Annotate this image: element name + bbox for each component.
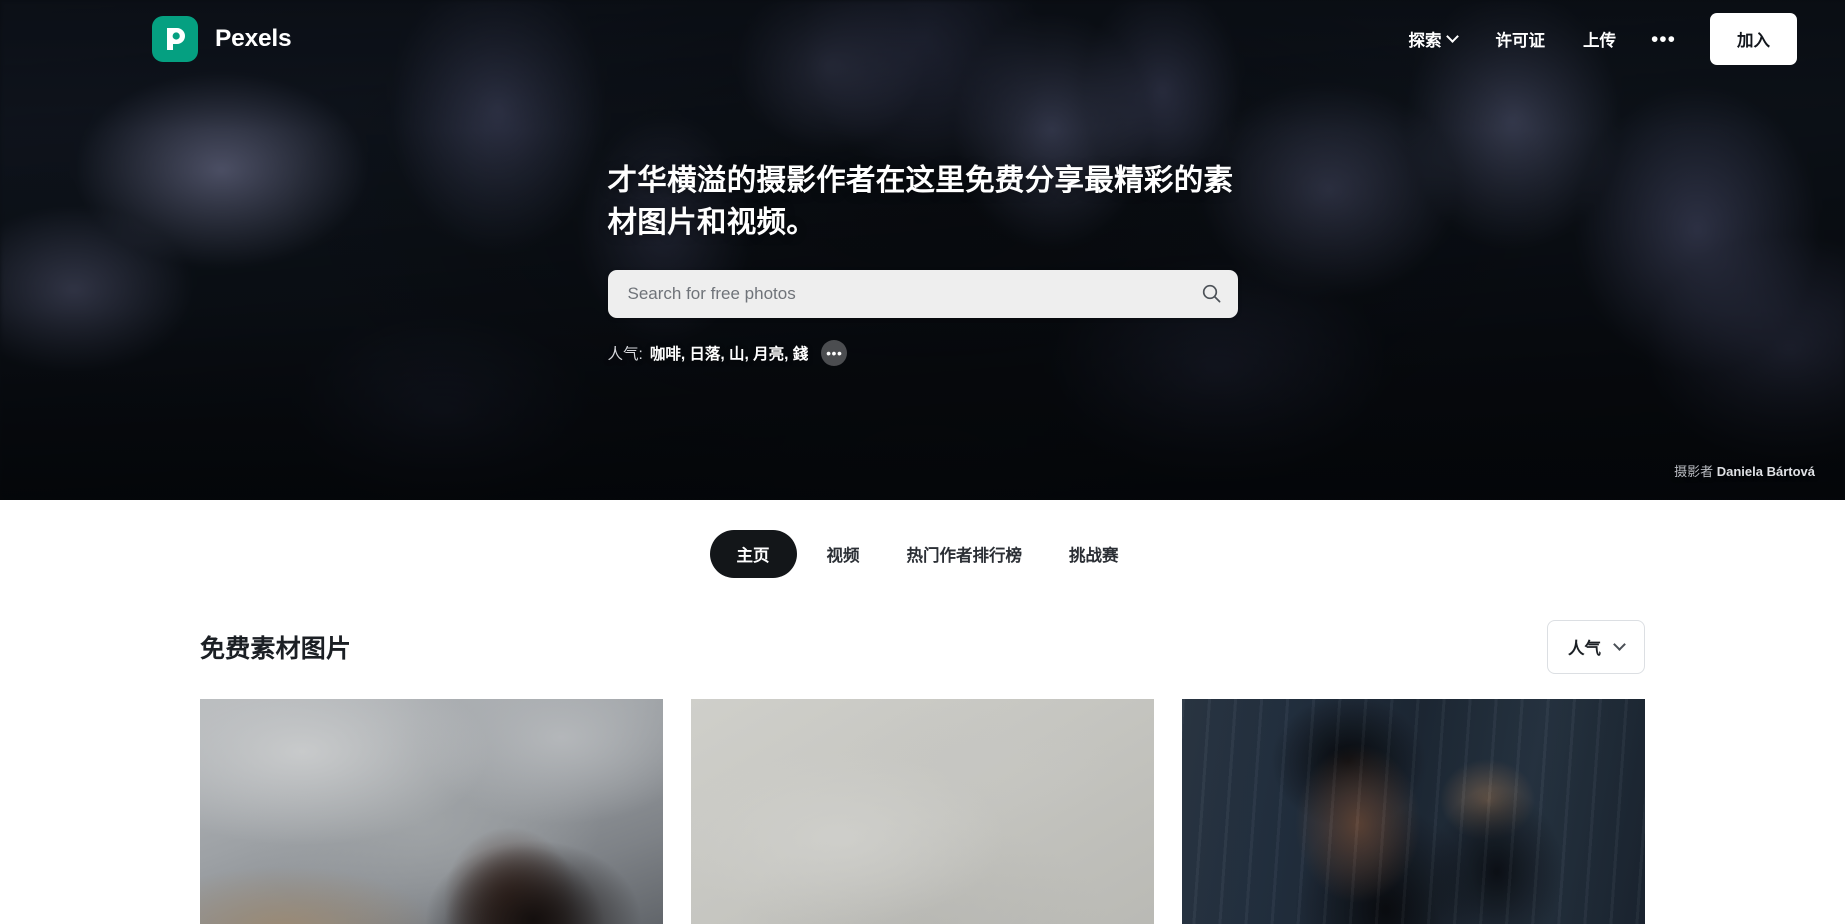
tab-leaderboard[interactable]: 热门作者排行榜 [890, 530, 1040, 578]
hero-headline: 才华横溢的摄影作者在这里免费分享最精彩的素材图片和视频。 [607, 164, 1234, 239]
section-header: 免费素材图片 人气 [0, 586, 1845, 674]
tab-challenges[interactable]: 挑战赛 [1052, 530, 1136, 578]
join-button[interactable]: 加入 [1710, 13, 1797, 65]
photo-grid [0, 674, 1845, 924]
brand-name: Pexels [215, 25, 292, 52]
page-title: 免费素材图片 [200, 635, 352, 663]
site-header: Pexels 探索 许可证 上传 ••• 加入 [0, 0, 1845, 78]
search-icon [1202, 285, 1221, 303]
popular-tags: 人气: 咖啡, 日落, 山, 月亮, 錢 ••• [607, 339, 1238, 366]
sort-dropdown-value: 人气 [1568, 640, 1601, 658]
search-input[interactable] [607, 269, 1186, 318]
popular-tags-more-button[interactable]: ••• [821, 339, 848, 366]
content-tabs: 主页 视频 热门作者排行榜 挑战赛 [0, 500, 1845, 586]
sort-dropdown[interactable]: 人气 [1547, 620, 1645, 674]
nav-item-explore[interactable]: 探索 [1389, 18, 1476, 60]
photo-credit-name[interactable]: Daniela Bártová [1717, 464, 1815, 479]
photo-credit-prefix: 摄影者 [1674, 464, 1714, 479]
brand-logo[interactable]: Pexels [152, 16, 292, 62]
tab-home[interactable]: 主页 [709, 530, 797, 578]
photo-card-1[interactable] [200, 699, 663, 924]
popular-tags-list[interactable]: 咖啡, 日落, 山, 月亮, 錢 [650, 342, 808, 364]
chevron-down-icon [1446, 29, 1460, 43]
photo-credit: 摄影者 Daniela Bártová [1674, 461, 1815, 480]
photo-card-3[interactable] [1182, 699, 1645, 924]
popular-tags-label: 人气: [607, 345, 643, 363]
more-menu-icon[interactable]: ••• [1635, 23, 1692, 56]
tab-videos[interactable]: 视频 [810, 530, 877, 578]
nav-item-license-label: 许可证 [1495, 32, 1545, 50]
nav-item-upload-label: 上传 [1582, 32, 1616, 50]
nav-item-upload[interactable]: 上传 [1564, 18, 1635, 60]
search-bar[interactable] [607, 269, 1238, 318]
main-navigation: 探索 许可证 上传 ••• 加入 [1389, 13, 1797, 65]
chevron-down-icon [1613, 637, 1626, 651]
search-button[interactable] [1186, 270, 1238, 318]
nav-item-explore-label: 探索 [1408, 32, 1442, 50]
photo-card-2[interactable] [691, 699, 1154, 924]
nav-item-license[interactable]: 许可证 [1476, 18, 1564, 60]
hero-section: Pexels 探索 许可证 上传 ••• 加入 才华横溢的摄影作者在这里免费分享… [0, 0, 1845, 500]
pexels-logo-icon [152, 16, 198, 62]
